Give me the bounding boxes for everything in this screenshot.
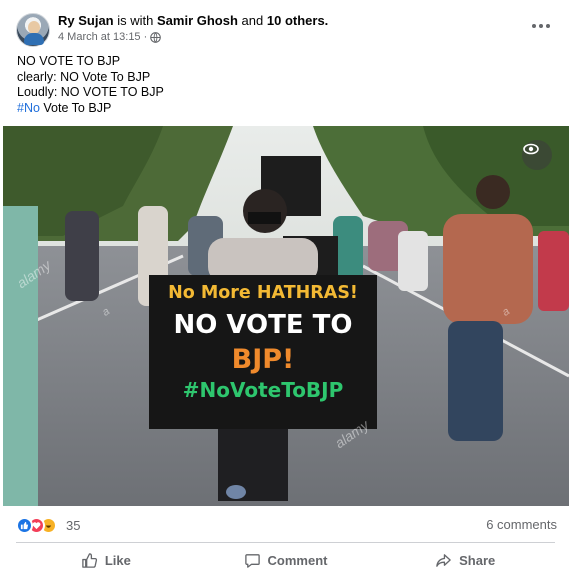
- post-line-4: #No Vote To BJP: [17, 101, 164, 117]
- post-photo[interactable]: No More HATHRAS! NO VOTE TO BJP! #NoVote…: [3, 126, 569, 506]
- post-card: Ry Sujan is with Samir Ghosh and 10 othe…: [0, 0, 571, 576]
- eye-icon[interactable]: [522, 140, 552, 170]
- post-line-4-rest: Vote To BJP: [39, 100, 112, 115]
- like-label: Like: [104, 552, 131, 568]
- meta-separator: ·: [143, 31, 148, 43]
- sign-line-4: #NoVoteToBJP: [182, 378, 344, 402]
- share-icon: [436, 553, 451, 567]
- dot-icon: [539, 24, 543, 28]
- sign-line-1: No More HATHRAS!: [168, 283, 358, 303]
- post-text: NO VOTE TO BJP clearly: NO Vote To BJP L…: [17, 54, 164, 116]
- tagged-others[interactable]: 10 others.: [267, 13, 328, 28]
- thumbs-up-icon: [82, 552, 97, 568]
- more-options-button[interactable]: [528, 16, 554, 36]
- sign-line-2: NO VOTE TO: [173, 310, 353, 340]
- dot-icon: [532, 24, 536, 28]
- globe-icon[interactable]: [150, 31, 162, 43]
- post-header: Ry Sujan is with Samir Ghosh and 10 othe…: [58, 13, 328, 28]
- post-meta: 4 March at 13:15 ·: [58, 31, 162, 43]
- post-line-2: clearly: NO Vote To BJP: [17, 69, 151, 84]
- reaction-count[interactable]: 35: [66, 518, 80, 533]
- post-timestamp[interactable]: 4 March at 13:15: [58, 31, 141, 43]
- hashtag-link[interactable]: #No: [17, 101, 40, 115]
- with-text: is with: [117, 13, 154, 28]
- author-avatar[interactable]: [16, 13, 50, 47]
- and-text: and: [241, 13, 264, 28]
- like-icon: [16, 516, 33, 534]
- divider: [16, 542, 555, 543]
- comment-label: Comment: [267, 552, 328, 568]
- share-button[interactable]: Share: [375, 546, 555, 574]
- share-label: Share: [459, 552, 496, 568]
- author-name[interactable]: Ry Sujan: [58, 13, 114, 28]
- tagged-person[interactable]: Samir Ghosh: [157, 13, 238, 28]
- avatar-shirt: [24, 33, 44, 45]
- sign-line-3: BJP!: [231, 344, 295, 375]
- dot-icon: [546, 24, 550, 28]
- post-line-1: NO VOTE TO BJP: [17, 54, 121, 68]
- post-line-3: Loudly: NO VOTE TO BJP: [17, 85, 164, 100]
- like-button[interactable]: Like: [16, 546, 196, 574]
- reactions-summary[interactable]: 35: [16, 516, 80, 534]
- comments-count[interactable]: 6 comments: [486, 517, 557, 532]
- comment-icon: [244, 553, 260, 568]
- action-bar: Like Comment Share: [16, 546, 555, 574]
- comment-button[interactable]: Comment: [196, 546, 376, 574]
